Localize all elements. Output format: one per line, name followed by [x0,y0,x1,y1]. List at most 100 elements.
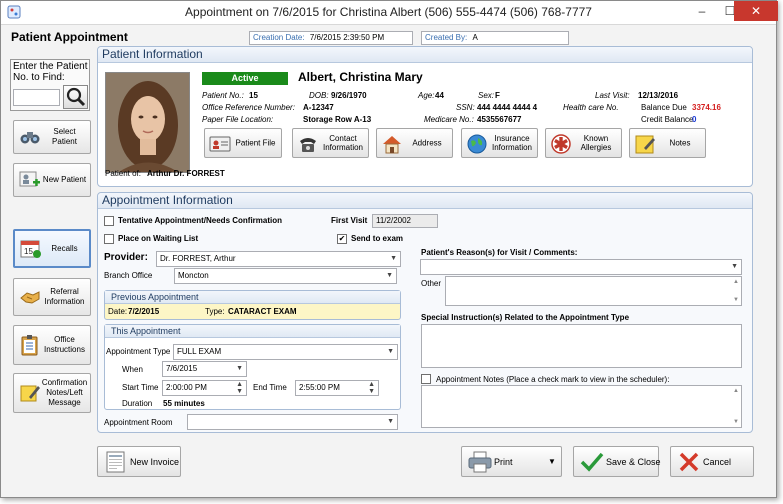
office-instructions-button[interactable]: Office Instructions [13,325,91,365]
appointment-notes-textarea[interactable]: ▲ ▼ [421,385,742,428]
when-date-picker[interactable]: 7/6/2015 ▼ [162,361,247,377]
spinner-icon: ▲ ▼ [368,381,375,395]
tentative-checkbox[interactable] [104,216,114,226]
print-button[interactable]: Print ▼ [461,446,562,477]
contact-information-label: Contact Information [322,134,364,152]
save-close-button[interactable]: Save & Close [573,446,661,477]
creation-date-value: 7/6/2015 2:39:50 PM [309,33,385,42]
branch-office-select[interactable]: Moncton ▼ [174,268,397,284]
start-time-value: 2:00:00 PM [166,383,207,392]
known-allergies-button[interactable]: Known Allergies [545,128,622,158]
provider-select[interactable]: Dr. FORREST, Arthur ▼ [156,251,401,267]
reason-select[interactable]: ▼ [420,259,742,275]
appointment-window: Appointment on 7/6/2015 for Christina Al… [0,0,778,498]
note-pencil-icon [20,385,40,402]
medicare-label: Medicare No.: [424,115,474,124]
page-title: Patient Appointment [11,30,128,44]
appointment-room-select[interactable]: ▼ [187,414,398,430]
chevron-down-icon: ▼ [387,418,394,425]
phone-icon [300,138,316,152]
insurance-information-button[interactable]: Insurance Information [461,128,538,158]
clipboard-icon [21,335,38,356]
appointment-type-select[interactable]: FULL EXAM ▼ [173,344,398,360]
special-instructions-label: Special Instruction(s) Related to the Ap… [421,313,630,322]
close-button[interactable]: ✕ [734,1,778,21]
new-invoice-label: New Invoice [130,457,180,467]
printer-icon [468,451,492,473]
globe-icon [467,134,487,154]
recalls-button[interactable]: 15 Recalls [13,229,91,268]
confirmation-notes-button[interactable]: Confirmation Notes/Left Message [13,373,91,413]
appointment-information-panel: Appointment Information Tentative Appoin… [97,192,753,433]
patient-finder: Enter the Patient No. to Find: [10,59,90,111]
new-patient-button[interactable]: New Patient [13,163,91,197]
chevron-down-icon: ▼ [731,263,738,270]
balance-due-value: 3374.16 [692,103,721,112]
first-visit-field: 11/2/2002 [372,214,438,228]
referral-information-button[interactable]: Referral Information [13,278,91,316]
insurance-information-label: Insurance Information [491,134,533,152]
medicare-value: 4535567677 [477,115,522,124]
appointment-information-title: Appointment Information [98,193,752,209]
house-icon [383,136,401,154]
patient-number-input[interactable] [13,89,60,106]
appointment-notes-checkbox[interactable] [421,374,431,384]
contact-information-button[interactable]: Contact Information [292,128,369,158]
office-instructions-label: Office Instructions [44,335,85,354]
created-by-label: Created By: [425,33,468,42]
patient-name: Albert, Christina Mary [298,70,423,84]
start-time-picker[interactable]: 2:00:00 PM ▲ ▼ [162,380,247,396]
address-label: Address [412,138,442,148]
branch-office-value: Moncton [178,271,209,280]
ssn-label: SSN: [456,103,475,112]
special-instructions-textarea[interactable] [421,324,742,368]
address-button[interactable]: Address [376,128,453,158]
other-comments-textarea[interactable]: ▲ ▼ [445,276,742,306]
referral-information-label: Referral Information [44,287,85,306]
scroll-up-icon[interactable]: ▲ [733,279,739,285]
notes-label: Notes [669,138,691,148]
waiting-list-checkbox[interactable] [104,234,114,244]
chevron-down-icon: ▼ [390,255,397,262]
patient-photo [105,72,190,173]
calendar-icon: 15 [20,240,41,258]
sex-label: Sex: [478,91,495,100]
find-patient-button[interactable] [63,85,88,109]
new-invoice-button[interactable]: New Invoice [97,446,181,477]
minimize-button[interactable]: – [688,1,716,21]
select-patient-button[interactable]: Select Patient [13,120,91,154]
end-time-picker[interactable]: 2:55:00 PM ▲ ▼ [295,380,379,396]
search-icon [66,87,86,107]
appointment-type-label: Appointment Type [106,347,171,356]
patient-of-label: Patient of: [105,169,142,178]
notes-button[interactable]: Notes [629,128,706,158]
add-user-icon [19,171,40,187]
cancel-button[interactable]: Cancel [670,446,754,477]
medical-star-icon [551,134,571,154]
chevron-down-icon[interactable]: ▼ [548,457,556,466]
end-time-label: End Time [253,383,287,392]
age-label: Age: [418,91,435,100]
patient-file-button[interactable]: Patient File [204,128,282,158]
svg-text:15: 15 [24,247,33,256]
patient-of-value: Arthur Dr. FORREST [147,169,225,178]
creation-date-label: Creation Date: [253,33,305,42]
finder-label: Enter the Patient No. to Find: [13,61,88,83]
scroll-down-icon[interactable]: ▼ [733,419,739,425]
send-to-exam-checkbox[interactable]: ✔ [337,234,347,244]
provider-label: Provider: [104,252,148,263]
scroll-down-icon[interactable]: ▼ [733,297,739,303]
cancel-x-icon [679,452,699,472]
select-patient-label: Select Patient [52,127,77,146]
when-label: When [122,365,143,374]
dob-label: DOB: [309,91,329,100]
health-care-label: Health care No. [563,103,619,112]
patient-information-panel: Patient Information Active Albert, Chris… [97,46,753,187]
confirmation-notes-label: Confirmation Notes/Left Message [41,378,88,407]
scroll-up-icon[interactable]: ▲ [733,388,739,394]
cancel-label: Cancel [703,457,732,467]
handshake-icon [20,291,40,304]
paper-file-value: Storage Row A-13 [303,115,372,124]
save-close-label: Save & Close [606,457,661,467]
binoculars-icon [20,132,40,144]
